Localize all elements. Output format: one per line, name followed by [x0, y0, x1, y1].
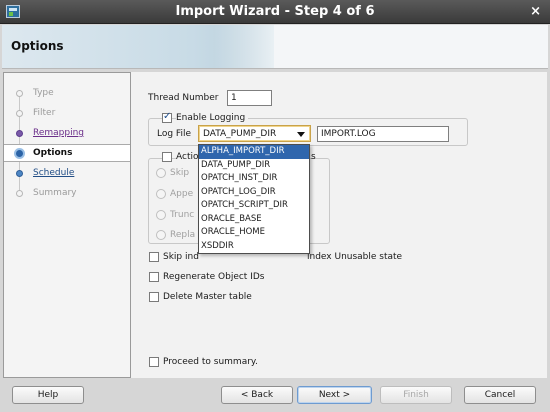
skip-indexes-label-tail: index Unusable state	[307, 252, 403, 262]
step-icon	[16, 170, 23, 177]
log-directory-value: DATA_PUMP_DIR	[203, 129, 277, 139]
skip-indexes-checkbox[interactable]	[149, 252, 159, 262]
enable-logging-checkbox[interactable]	[162, 111, 172, 123]
action-skip-label: Skip	[170, 168, 190, 178]
dropdown-option[interactable]: XSDDIR	[199, 240, 309, 254]
chevron-down-icon[interactable]	[297, 132, 305, 137]
page-title: Options	[11, 39, 64, 53]
nav-step-label: Summary	[33, 188, 77, 198]
options-panel: Thread Number 1 Enable Logging Log File …	[131, 72, 547, 378]
action-truncate-label: Trunc	[170, 210, 195, 220]
current-step-icon	[14, 148, 25, 159]
cancel-button[interactable]: Cancel	[464, 386, 536, 404]
dropdown-option[interactable]: ALPHA_IMPORT_DIR	[199, 145, 309, 159]
nav-step-label: Options	[33, 148, 73, 158]
nav-step-label: Type	[33, 88, 54, 98]
proceed-summary-checkbox[interactable]	[149, 357, 159, 367]
step-icon	[16, 190, 23, 197]
nav-step-remapping[interactable]: Remapping	[4, 125, 130, 143]
action-label: Actio	[176, 152, 199, 162]
action-label-tail: s	[311, 152, 316, 162]
wizard-steps-nav: Type Filter Remapping Options Schedule S…	[3, 72, 131, 378]
dropdown-option[interactable]: ORACLE_HOME	[199, 226, 309, 240]
action-truncate-radio[interactable]	[156, 210, 166, 220]
skip-indexes-label: Skip ind	[163, 252, 199, 262]
regenerate-ids-label: Regenerate Object IDs	[163, 272, 265, 282]
back-button[interactable]: < Back	[221, 386, 293, 404]
log-file-label: Log File	[157, 129, 191, 139]
next-button[interactable]: Next >	[297, 386, 372, 404]
log-file-name-input[interactable]: IMPORT.LOG	[317, 126, 449, 142]
dropdown-option[interactable]: OPATCH_SCRIPT_DIR	[199, 199, 309, 213]
title-bar: Import Wizard - Step 4 of 6 ×	[0, 0, 550, 24]
dropdown-option[interactable]: OPATCH_LOG_DIR	[199, 186, 309, 200]
action-append-label: Appe	[170, 189, 194, 199]
delete-master-label: Delete Master table	[163, 292, 252, 302]
nav-step-label: Filter	[33, 108, 56, 118]
action-replace-radio[interactable]	[156, 230, 166, 240]
wizard-header: Options	[2, 25, 548, 69]
nav-step-label[interactable]: Schedule	[33, 168, 74, 178]
log-directory-select[interactable]: DATA_PUMP_DIR	[198, 125, 311, 142]
dropdown-option[interactable]: ORACLE_BASE	[199, 213, 309, 227]
step-icon	[16, 90, 23, 97]
step-icon	[16, 130, 23, 137]
dropdown-option[interactable]: OPATCH_INST_DIR	[199, 172, 309, 186]
nav-step-type: Type	[4, 85, 130, 103]
log-directory-dropdown-list[interactable]: ALPHA_IMPORT_DIR DATA_PUMP_DIR OPATCH_IN…	[198, 144, 310, 254]
help-button[interactable]: Help	[12, 386, 84, 404]
delete-master-checkbox[interactable]	[149, 292, 159, 302]
nav-step-options[interactable]: Options	[4, 144, 130, 162]
action-skip-radio[interactable]	[156, 168, 166, 178]
enable-logging-label: Enable Logging	[176, 113, 249, 123]
finish-button[interactable]: Finish	[380, 386, 452, 404]
action-append-radio[interactable]	[156, 189, 166, 199]
proceed-summary-label: Proceed to summary.	[163, 357, 258, 367]
thread-number-label: Thread Number	[148, 93, 219, 103]
thread-number-input[interactable]: 1	[227, 90, 272, 106]
action-replace-label: Repla	[170, 230, 196, 240]
step-icon	[16, 110, 23, 117]
action-checkbox[interactable]	[162, 152, 172, 162]
regenerate-ids-checkbox[interactable]	[149, 272, 159, 282]
close-icon[interactable]: ×	[530, 4, 541, 19]
nav-step-filter: Filter	[4, 105, 130, 123]
nav-step-label[interactable]: Remapping	[33, 128, 84, 138]
nav-step-summary: Summary	[4, 185, 130, 203]
window-title: Import Wizard - Step 4 of 6	[175, 4, 375, 19]
dropdown-option[interactable]: DATA_PUMP_DIR	[199, 159, 309, 173]
nav-step-schedule[interactable]: Schedule	[4, 165, 130, 183]
